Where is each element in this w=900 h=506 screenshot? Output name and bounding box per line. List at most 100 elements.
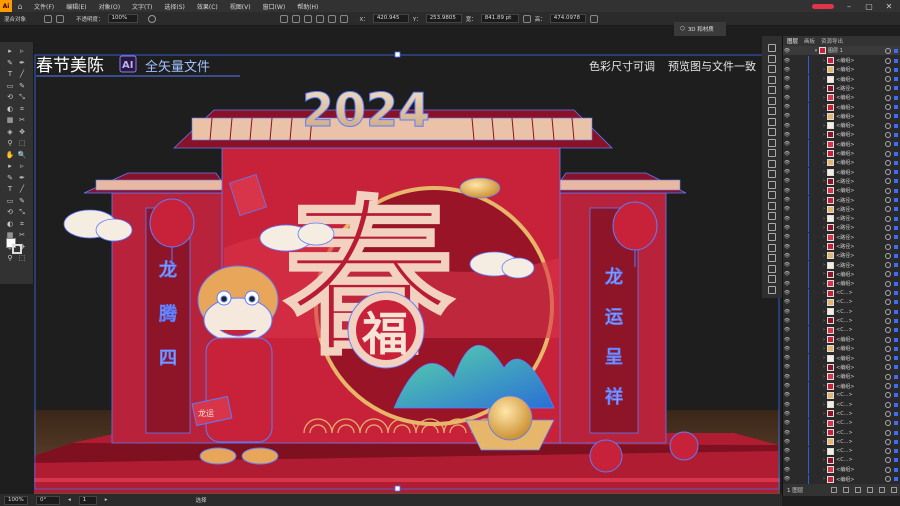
notification-pill[interactable] (812, 3, 834, 9)
artboard-tool-icon[interactable]: ⬚ (17, 253, 27, 263)
transform-icon[interactable] (589, 14, 598, 23)
panel-shortcut-icon[interactable] (768, 138, 776, 147)
eye-icon[interactable]: 👁 (783, 355, 791, 361)
target-icon[interactable] (885, 299, 891, 306)
link-icon[interactable] (522, 14, 531, 23)
selection-indicator[interactable] (894, 123, 898, 128)
blend-tool-icon[interactable]: ◐ (5, 219, 15, 229)
selection-indicator[interactable] (894, 449, 898, 454)
eye-icon[interactable]: 👁 (783, 364, 791, 370)
eye-icon[interactable]: 👁 (783, 123, 791, 129)
panel-shortcut-icon[interactable] (768, 44, 776, 52)
layer-row[interactable]: 👁 › <C...> (783, 437, 900, 447)
panel-shortcut-icon[interactable] (768, 254, 776, 262)
distribute-icon[interactable] (291, 14, 300, 23)
target-icon[interactable] (885, 131, 891, 138)
eye-icon[interactable]: 👁 (783, 448, 791, 454)
eye-icon[interactable]: 👁 (783, 290, 791, 296)
target-icon[interactable] (885, 252, 891, 259)
menu-item[interactable]: 窗口(W) (257, 2, 292, 11)
layer-row[interactable]: 👁 › <编组> (783, 279, 900, 289)
target-icon[interactable] (885, 159, 891, 166)
next-page-icon[interactable]: ▸ (105, 497, 108, 503)
target-icon[interactable] (885, 429, 891, 436)
direct-selection-tool-icon[interactable]: ▹ (17, 161, 27, 171)
target-icon[interactable] (885, 234, 891, 241)
layer-row[interactable]: 👁 › <C...> (783, 455, 900, 465)
x-field[interactable]: 420.945 (372, 14, 409, 23)
selection-indicator[interactable] (894, 365, 898, 370)
symbol-tool-icon[interactable]: ⌗ (17, 219, 27, 229)
target-icon[interactable] (885, 280, 891, 287)
panel-shortcut-icon[interactable] (768, 54, 776, 63)
eye-icon[interactable]: 👁 (783, 457, 791, 463)
eye-icon[interactable]: 👁 (783, 178, 791, 184)
align-right-icon[interactable] (315, 14, 324, 23)
w-field[interactable]: 841.89 pt (480, 14, 519, 23)
eye-icon[interactable]: 👁 (783, 374, 791, 380)
layer-row[interactable]: 👁 › <编组> (783, 381, 900, 391)
blend-tool-icon[interactable]: ◐ (5, 104, 15, 114)
eye-icon[interactable]: 👁 (783, 141, 791, 147)
panel-shortcut-icon[interactable] (768, 275, 776, 283)
rotate-tool-icon[interactable]: ⟲ (5, 207, 15, 217)
layer-row[interactable]: 👁 › <C...> (783, 288, 900, 298)
target-icon[interactable] (885, 243, 891, 250)
pencil-tool-icon[interactable]: ✎ (17, 196, 27, 206)
target-icon[interactable] (885, 336, 891, 343)
target-icon[interactable] (885, 150, 891, 157)
selection-indicator[interactable] (894, 272, 898, 277)
target-icon[interactable] (885, 215, 891, 222)
target-icon[interactable] (885, 122, 891, 129)
trash-icon[interactable] (891, 487, 897, 493)
eye-icon[interactable]: 👁 (783, 383, 791, 389)
selection-indicator[interactable] (894, 411, 898, 416)
eye-icon[interactable]: 👁 (783, 299, 791, 305)
selection-indicator[interactable] (894, 207, 898, 212)
layer-row[interactable]: 👁 › <C...> (783, 446, 900, 456)
layer-row[interactable]: 👁 › <编组> (783, 353, 900, 363)
layer-row[interactable]: 👁 › <C...> (783, 400, 900, 410)
target-icon[interactable] (885, 206, 891, 213)
hand-tool-icon[interactable]: ✋ (5, 150, 15, 160)
selection-indicator[interactable] (894, 67, 898, 72)
selection-indicator[interactable] (894, 105, 898, 109)
eye-icon[interactable]: 👁 (783, 327, 791, 333)
eye-icon[interactable]: 👁 (783, 169, 791, 175)
menu-item[interactable]: 对象(O) (93, 2, 126, 11)
eye-icon[interactable]: 👁 (783, 76, 791, 82)
eye-icon[interactable]: 👁 (783, 253, 791, 259)
target-icon[interactable] (885, 345, 891, 352)
selection-indicator[interactable] (894, 467, 898, 472)
eye-icon[interactable]: 👁 (783, 262, 791, 268)
layer-row[interactable]: 👁 › <C...> (783, 390, 900, 400)
artboard-tool-icon[interactable]: ⬚ (17, 138, 27, 148)
eye-icon[interactable]: 👁 (783, 48, 791, 54)
layer-row[interactable]: 👁 › <编组> (783, 372, 900, 382)
target-icon[interactable] (885, 57, 891, 64)
target-icon[interactable] (885, 104, 891, 110)
layer-row[interactable]: 👁 › <编组> (783, 121, 900, 131)
layer-row[interactable]: 👁 › <编组> (783, 167, 900, 177)
layer-row-top[interactable]: 👁 ▾ 图层 1 (783, 46, 900, 55)
rectangle-tool-icon[interactable]: ▭ (5, 196, 15, 206)
export-icon[interactable] (831, 487, 837, 493)
selection-indicator[interactable] (894, 151, 898, 156)
rotate-field[interactable]: 0° (36, 495, 60, 505)
align-icon[interactable] (279, 14, 288, 23)
selection-indicator[interactable] (894, 421, 898, 426)
target-icon[interactable] (885, 47, 891, 54)
opacity-field[interactable]: 100% (107, 14, 138, 23)
direct-selection-tool-icon[interactable]: ▹ (17, 46, 27, 56)
eye-icon[interactable]: 👁 (783, 188, 791, 194)
align-center-icon[interactable] (303, 14, 312, 23)
line-tool-icon[interactable]: ╱ (17, 184, 27, 194)
selection-indicator[interactable] (894, 393, 898, 398)
panel-shortcut-icon[interactable] (768, 212, 776, 220)
stroke-swatch[interactable] (12, 244, 22, 254)
canvas[interactable]: 春节美陈 AI 全矢量文件 色彩尺寸可调 预览图与文件一致 2024 春 福 龙… (34, 38, 780, 494)
eye-icon[interactable]: 👁 (783, 346, 791, 352)
panel-shortcut-icon[interactable] (768, 264, 776, 273)
eye-icon[interactable]: 👁 (783, 197, 791, 203)
handle-bottom[interactable] (394, 485, 401, 492)
